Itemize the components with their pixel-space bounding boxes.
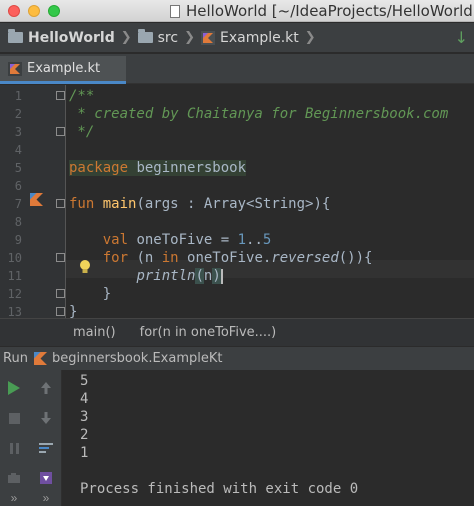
run-label[interactable]: Run bbox=[3, 351, 28, 366]
nav-file[interactable]: Example.kt bbox=[220, 30, 299, 46]
fold-comment-end-icon[interactable] bbox=[56, 127, 65, 136]
console-line: 2 bbox=[80, 427, 89, 443]
navigation-bar: HelloWorld ❯ src ❯ Example.kt ❯ ↓ bbox=[0, 23, 474, 53]
project-folder-icon bbox=[8, 29, 23, 43]
code-breadcrumb: main() for(n in oneToFive....) bbox=[0, 318, 474, 346]
source-folder-icon bbox=[137, 29, 153, 43]
fold-function-icon[interactable] bbox=[56, 199, 65, 208]
arrow-down-icon bbox=[41, 412, 51, 424]
pause-icon bbox=[9, 442, 19, 454]
kotlin-file-icon bbox=[200, 30, 215, 45]
vcs-update-icon[interactable]: ↓ bbox=[455, 28, 468, 47]
nav-project[interactable]: HelloWorld bbox=[28, 30, 115, 46]
line-number: 4 bbox=[14, 143, 22, 157]
code-line-10: for (n in oneToFive.reversed()){ bbox=[102, 250, 373, 266]
line-number: 2 bbox=[14, 107, 22, 121]
code-line-11: println(n) bbox=[136, 268, 223, 284]
zoom-window-button[interactable] bbox=[48, 5, 60, 17]
line-number: 6 bbox=[14, 179, 22, 193]
soft-wrap-button[interactable] bbox=[34, 436, 58, 460]
run-main-gutter-icon[interactable] bbox=[30, 193, 43, 206]
console-exit-line: Process finished with exit code 0 bbox=[80, 481, 359, 497]
editor-gutter: 1 2 3 4 5 6 7 8 9 10 11 12 13 bbox=[0, 85, 66, 319]
document-icon bbox=[170, 4, 180, 18]
console-line: 3 bbox=[80, 409, 89, 425]
line-number: 9 bbox=[14, 233, 22, 247]
window-titlebar: HelloWorld [~/IdeaProjects/HelloWorld] bbox=[0, 0, 474, 22]
intention-bulb-icon[interactable] bbox=[78, 259, 92, 275]
line-number: 12 bbox=[7, 287, 22, 301]
minimize-window-button[interactable] bbox=[28, 5, 40, 17]
line-number: 10 bbox=[7, 251, 22, 265]
nav-folder[interactable]: src bbox=[158, 30, 178, 46]
chevron-right-icon: ❯ bbox=[304, 30, 316, 45]
line-number: 3 bbox=[14, 125, 22, 139]
run-toolbar: » » bbox=[0, 370, 62, 506]
fold-function-end-icon[interactable] bbox=[56, 307, 65, 316]
code-line-12: } bbox=[69, 286, 112, 302]
line-number: 7 bbox=[14, 197, 22, 211]
code-line-1: /** bbox=[69, 88, 95, 104]
play-icon bbox=[8, 381, 20, 395]
code-line-2: * created by Chaitanya for Beginnersbook… bbox=[69, 106, 449, 122]
pause-output-button[interactable] bbox=[2, 436, 26, 460]
fold-comment-icon[interactable] bbox=[56, 91, 65, 100]
stop-icon bbox=[8, 412, 20, 424]
line-number: 8 bbox=[14, 215, 22, 229]
chevron-right-icon: ❯ bbox=[120, 30, 132, 45]
scroll-up-button[interactable] bbox=[34, 376, 58, 400]
camera-icon bbox=[8, 473, 20, 483]
rerun-button[interactable] bbox=[2, 376, 26, 400]
tab-example-kt[interactable]: Example.kt bbox=[0, 56, 126, 84]
text-caret bbox=[220, 268, 223, 284]
code-line-9: val oneToFive = 1..5 bbox=[102, 232, 272, 248]
scroll-end-icon bbox=[40, 472, 52, 484]
line-number: 1 bbox=[14, 89, 22, 103]
kotlin-file-icon bbox=[8, 61, 22, 76]
arrow-up-icon bbox=[41, 382, 51, 394]
tab-label: Example.kt bbox=[27, 61, 101, 76]
code-line-7: fun main(args : Array<String>){ bbox=[69, 196, 331, 212]
console-line: 5 bbox=[80, 373, 89, 389]
chevron-right-icon: ❯ bbox=[184, 30, 195, 45]
window-title: HelloWorld [~/IdeaProjects/HelloWorld] bbox=[186, 2, 474, 20]
breadcrumb-for-loop[interactable]: for(n in oneToFive....) bbox=[140, 325, 277, 340]
code-line-3: */ bbox=[69, 124, 95, 140]
close-window-button[interactable] bbox=[8, 5, 20, 17]
line-number: 11 bbox=[7, 269, 22, 283]
run-config-name[interactable]: beginnersbook.ExampleKt bbox=[52, 351, 223, 366]
run-toolwindow-header: Run beginnersbook.ExampleKt bbox=[0, 346, 474, 370]
console-line: 4 bbox=[80, 391, 89, 407]
run-console[interactable]: 5 4 3 2 1 Process finished with exit cod… bbox=[62, 370, 474, 506]
kotlin-config-icon bbox=[33, 352, 47, 365]
wrap-icon bbox=[39, 443, 53, 453]
fold-for-icon[interactable] bbox=[56, 253, 65, 262]
more-actions-icon[interactable]: » bbox=[34, 486, 58, 506]
editor-tab-bar: Example.kt bbox=[0, 54, 474, 84]
scroll-down-button[interactable] bbox=[34, 406, 58, 430]
console-line: 1 bbox=[80, 445, 89, 461]
breadcrumb-main[interactable]: main() bbox=[73, 325, 116, 340]
code-editor[interactable]: 1 2 3 4 5 6 7 8 9 10 11 12 13 /** * crea… bbox=[0, 85, 474, 320]
stop-button[interactable] bbox=[2, 406, 26, 430]
more-actions-icon[interactable]: » bbox=[2, 486, 26, 506]
code-line-5: package beginnersbook bbox=[69, 160, 247, 176]
line-number: 5 bbox=[14, 161, 22, 175]
fold-for-end-icon[interactable] bbox=[56, 289, 65, 298]
